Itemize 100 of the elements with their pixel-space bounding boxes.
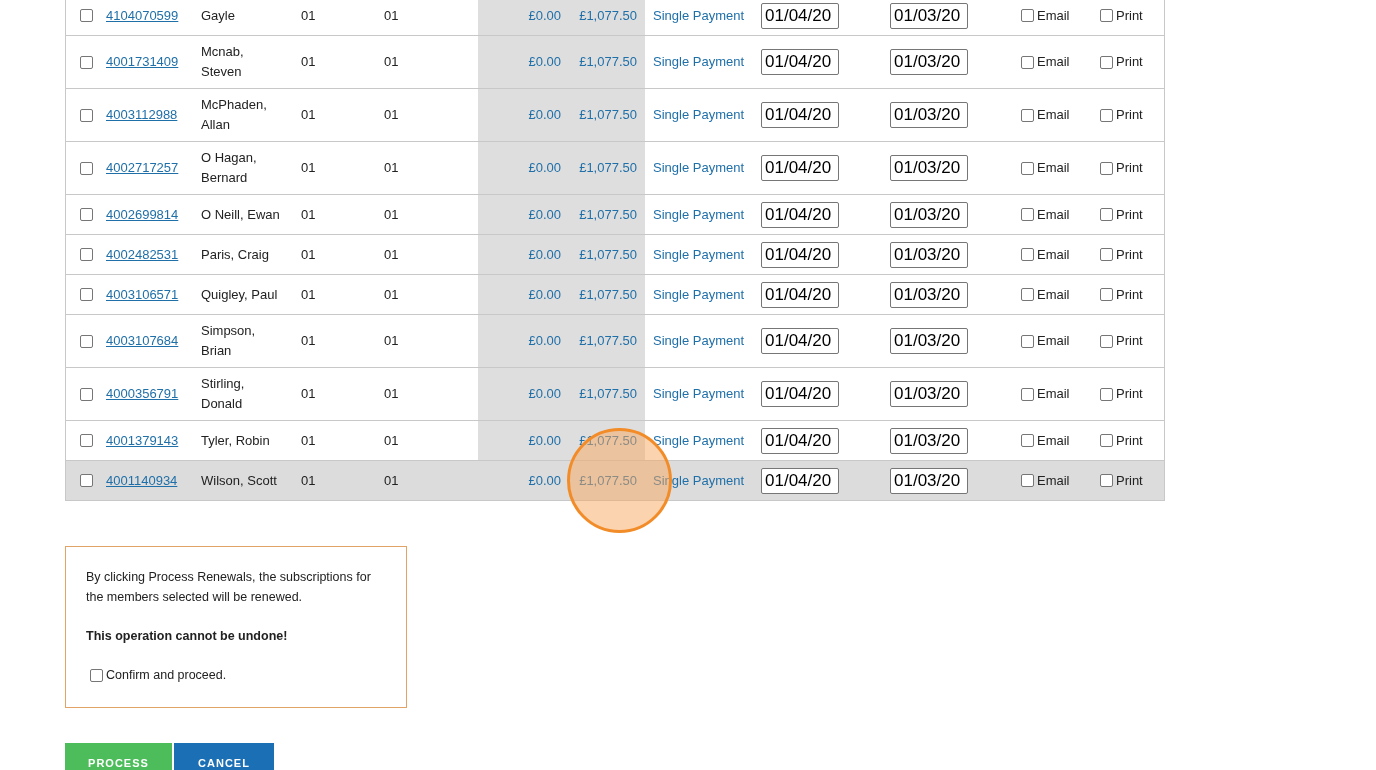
notice-message: By clicking Process Renewals, the subscriptions for the members selected will be renewed. (86, 569, 372, 606)
member-id-link[interactable]: 4003107684 (106, 331, 179, 351)
print-label: Print (1116, 332, 1143, 351)
date-field[interactable]: 01/03/20 (890, 427, 968, 454)
member-id-link[interactable]: 4003106571 (106, 284, 179, 305)
row-checkbox[interactable] (79, 161, 93, 175)
date-field[interactable]: 01/03/20 (890, 2, 968, 29)
email-checkbox[interactable] (1021, 9, 1034, 22)
date-field[interactable]: 01/04/20 (761, 102, 839, 128)
email-checkbox[interactable] (1021, 161, 1034, 175)
email-checkbox[interactable] (1021, 248, 1034, 261)
email-label: Email (1037, 159, 1070, 178)
date-field[interactable]: 01/04/20 (761, 49, 839, 75)
payment-type: Single Payment (653, 205, 745, 224)
row-checkbox[interactable] (79, 387, 93, 401)
table-cell-text: 01 (384, 385, 399, 404)
row-checkbox[interactable] (79, 288, 93, 301)
member-id-link[interactable]: 4002699814 (106, 204, 179, 225)
row-checkbox[interactable] (79, 248, 93, 261)
email-checkbox[interactable] (1021, 334, 1034, 348)
member-id-link[interactable]: 4104070599 (106, 5, 179, 26)
table-cell-text: 01 (384, 106, 399, 125)
payment-type: Single Payment (653, 106, 745, 125)
date-field[interactable]: 01/03/20 (890, 102, 968, 128)
row-checkbox[interactable] (79, 208, 93, 221)
date-field[interactable]: 01/04/20 (761, 427, 839, 454)
row-checkbox[interactable] (79, 55, 93, 69)
date-field[interactable]: 01/03/20 (890, 328, 968, 354)
email-label: Email (1037, 385, 1070, 404)
table-cell-text: 01 (301, 332, 316, 351)
amount-cell-text: £0.00 (528, 245, 561, 264)
email-label: Email (1037, 106, 1070, 125)
row-checkbox[interactable] (79, 108, 93, 122)
date-field[interactable]: 01/04/20 (761, 328, 839, 354)
amount-cell-text: £0.00 (528, 6, 561, 25)
confirm-label: Confirm and proceed. (106, 666, 227, 684)
table-cell-text: 01 (301, 106, 316, 125)
print-checkbox[interactable] (1100, 334, 1113, 348)
member-name: Stirling, Donald (201, 375, 246, 413)
row-checkbox[interactable] (79, 9, 93, 22)
date-field[interactable]: 01/04/20 (761, 155, 839, 181)
date-field[interactable]: 01/03/20 (890, 201, 968, 228)
date-field[interactable]: 01/03/20 (890, 241, 968, 268)
amount-cell-text: £1,077.50 (579, 385, 637, 404)
table-cell-text: 01 (301, 53, 316, 72)
print-checkbox[interactable] (1100, 161, 1113, 175)
email-checkbox[interactable] (1021, 288, 1034, 301)
cancel-button[interactable]: CANCEL (174, 742, 274, 770)
email-checkbox[interactable] (1021, 387, 1034, 401)
date-field[interactable]: 01/03/20 (890, 467, 968, 494)
print-checkbox[interactable] (1100, 248, 1113, 261)
print-checkbox[interactable] (1100, 108, 1113, 122)
email-label: Email (1037, 245, 1070, 264)
confirm-checkbox[interactable] (90, 668, 103, 682)
date-field[interactable]: 01/04/20 (761, 201, 839, 228)
date-field[interactable]: 01/03/20 (890, 381, 968, 407)
table-cell-text: 01 (301, 285, 316, 304)
member-id-link[interactable]: 4001379143 (106, 430, 179, 451)
amount-cell-text: £0.00 (528, 53, 561, 72)
print-checkbox[interactable] (1100, 434, 1113, 447)
row-checkbox[interactable] (79, 474, 93, 487)
email-checkbox[interactable] (1021, 55, 1034, 69)
amount-cell-text: £0.00 (528, 285, 561, 304)
member-name: Paris, Craig (201, 245, 270, 264)
date-field[interactable]: 01/04/20 (761, 381, 839, 407)
date-field[interactable]: 01/04/20 (761, 2, 839, 29)
print-checkbox[interactable] (1100, 9, 1113, 22)
print-label: Print (1116, 385, 1143, 404)
payment-type: Single Payment (653, 332, 745, 351)
print-checkbox[interactable] (1100, 288, 1113, 301)
member-id-link[interactable]: 4001731409 (106, 52, 179, 72)
print-checkbox[interactable] (1100, 387, 1113, 401)
date-field[interactable]: 01/04/20 (761, 241, 839, 268)
amount-cell-text: £1,077.50 (579, 332, 637, 351)
payment-type: Single Payment (653, 385, 745, 404)
member-id-link[interactable]: 4002482531 (106, 244, 179, 265)
member-id-link[interactable]: 4001140934 (106, 470, 178, 491)
print-checkbox[interactable] (1100, 55, 1113, 69)
table-cell-text: 01 (301, 205, 316, 224)
email-label: Email (1037, 6, 1070, 25)
date-field[interactable]: 01/04/20 (761, 467, 839, 494)
date-field[interactable]: 01/03/20 (890, 49, 968, 75)
table-cell-text: 01 (384, 332, 399, 351)
email-label: Email (1037, 285, 1070, 304)
date-field[interactable]: 01/03/20 (890, 155, 968, 181)
member-id-link[interactable]: 4002717257 (106, 158, 179, 178)
member-id-link[interactable]: 4000356791 (106, 384, 179, 404)
print-checkbox[interactable] (1100, 474, 1113, 487)
email-checkbox[interactable] (1021, 108, 1034, 122)
email-checkbox[interactable] (1021, 474, 1034, 487)
email-checkbox[interactable] (1021, 434, 1034, 447)
row-checkbox[interactable] (79, 334, 93, 348)
date-field[interactable]: 01/03/20 (890, 281, 968, 308)
email-checkbox[interactable] (1021, 208, 1034, 221)
row-checkbox[interactable] (79, 434, 93, 447)
table-cell-text: 01 (301, 159, 316, 178)
date-field[interactable]: 01/04/20 (761, 281, 839, 308)
amount-cell-text: £1,077.50 (579, 205, 637, 224)
member-id-link[interactable]: 4003112988 (106, 105, 178, 125)
print-checkbox[interactable] (1100, 208, 1113, 221)
